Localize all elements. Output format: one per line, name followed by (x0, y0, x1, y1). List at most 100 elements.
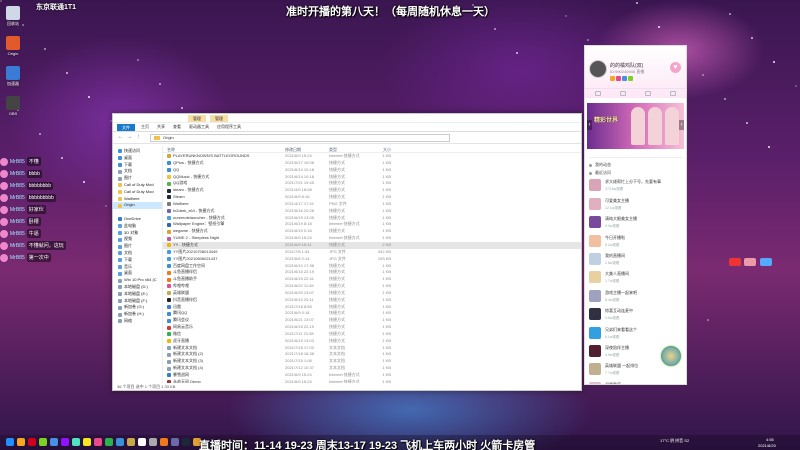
ribbon-tab[interactable]: 驱动器工具 (189, 124, 209, 130)
file-row[interactable]: 微信 2021/7/11 21:38 快捷方式 1 KB (163, 331, 581, 338)
file-row[interactable]: 腾讯QQ 2021/6/9 0:18 快捷方式 1 KB (163, 310, 581, 317)
notification-badge-icon[interactable] (729, 258, 741, 266)
column-type[interactable]: 类型 (329, 146, 369, 152)
recent-visits-link[interactable]: 最近访问 (589, 169, 682, 177)
nav-item[interactable]: Call of Duty Mod (113, 189, 162, 196)
file-row[interactable]: 网易云音乐 2021/6/15 22:19 快捷方式 1 KB (163, 324, 581, 331)
file-row[interactable]: 虎牙直播 2021/6/19 13:03 快捷方式 1 KB (163, 338, 581, 345)
ribbon-tab[interactable]: 应用程序工具 (217, 124, 241, 130)
forward-arrow-icon[interactable]: → (126, 134, 133, 141)
taskbar-app-icon[interactable] (160, 438, 168, 446)
recent-stream-item[interactable]: 温暖歌声2.2w观看 (585, 381, 686, 384)
file-row[interactable]: YY - 快捷方式 2021/6/9 15:11 快捷方式 2 KB (163, 241, 581, 249)
video-tab-icon[interactable] (619, 91, 626, 96)
ribbon-tab[interactable]: 文件 (117, 123, 135, 131)
file-row[interactable]: 斗鱼直播伴侣 2021/6/15 22:19 快捷方式 1 KB (163, 269, 581, 276)
file-row[interactable]: 新建文本文档 2021/7/18 17:02 文本文档 1 KB (163, 345, 581, 352)
file-row[interactable]: 哔哩哔哩 2021/6/22 11:45 快捷方式 1 KB (163, 283, 581, 290)
recent-stream-item[interactable]: 今日开播啦 5.2w观看 (585, 234, 686, 251)
address-field[interactable]: Origin (150, 133, 450, 142)
desktop-shortcut[interactable]: 加速器 (3, 66, 23, 87)
file-row[interactable]: 迅雷 2021/7/18 8:58 快捷方式 1 KB (163, 304, 581, 311)
chat-username[interactable]: MrB85 (10, 207, 25, 213)
promo-banner[interactable]: ‹ 精彩世界 › (587, 103, 684, 149)
taskbar-app-icon[interactable] (6, 438, 14, 446)
taskbar-app-icon[interactable] (61, 438, 69, 446)
manage-tab-app[interactable]: 管理 (210, 115, 228, 122)
column-name[interactable]: 名称 (163, 146, 285, 152)
file-row[interactable]: steam - 快捷方式 2021/4/9 18:08 快捷方式 1 KB (163, 187, 581, 194)
file-row[interactable]: wegame - 快捷方式 2021/6/19 0:18 快捷方式 1 KB (163, 228, 581, 235)
recent-stream-item[interactable]: 我的直播间 2.8w观看 (585, 252, 686, 269)
nav-item[interactable]: Origin (113, 202, 162, 210)
banner-prev-icon[interactable]: ‹ (587, 120, 592, 130)
desktop-shortcut[interactable]: 回收站 (3, 6, 23, 27)
nav-item[interactable]: 视频 (113, 236, 162, 243)
ribbon-tab[interactable]: 主页 (141, 124, 149, 130)
recent-stream-item[interactable]: 大美人直播间 1.7w观看 (585, 271, 686, 287)
file-row[interactable]: 抖音直播伴侣 2021/6/10 20:11 快捷方式 1 KB (163, 297, 581, 304)
chat-username[interactable]: MrB85 (10, 231, 25, 237)
file-row[interactable]: tx2dark_x64 - 快捷方式 2021/6/16 20:28 快捷方式 1 K… (163, 208, 581, 215)
nav-item[interactable]: 本地磁盘 (F:) (113, 298, 162, 305)
taskbar-app-icon[interactable] (28, 438, 36, 446)
nav-item[interactable] (113, 209, 162, 216)
file-row[interactable]: 英雄联盟 2021/6/20 13:07 快捷方式 1 KB (163, 290, 581, 297)
manage-tab-drive[interactable]: 管理 (188, 115, 206, 122)
file-explorer-window[interactable]: 管理 管理 文件 主页 共享 查看 驱动器工具 应用程序工具 ← → ↑ Origin 快… (112, 113, 582, 391)
column-date[interactable]: 修改日期 (285, 146, 329, 152)
recent-stream-item[interactable]: 可爱美女主播 12.1w观看 (585, 197, 686, 214)
chat-username[interactable]: MrB85 (10, 255, 25, 261)
nav-item[interactable]: 文档 (113, 168, 162, 175)
nav-item[interactable]: 桌面 (113, 155, 162, 162)
share-badge-icon[interactable] (760, 258, 772, 266)
column-size[interactable]: 大小 (369, 146, 393, 152)
taskbar-app-icon[interactable] (116, 438, 124, 446)
file-row[interactable]: QPlus - 快捷方式 2021/6/17 19:08 快捷方式 1 KB (163, 160, 581, 167)
nav-item[interactable]: Call of Duty Mod (113, 182, 162, 189)
system-tray[interactable]: 17°C 阴 拼音 S2 (660, 438, 689, 444)
file-row[interactable]: 新建文本文档 (2) 2021/7/18 16:38 文本文档 1 KB (163, 351, 581, 358)
recent-stream-item[interactable]: 惊喜互动连麦中 3.6w观看 (585, 308, 686, 324)
taskbar-app-icon[interactable] (105, 438, 113, 446)
file-row[interactable]: YY图片20210606021437 2021/6/6 2:14 JPG 文件 193… (163, 256, 581, 263)
nav-item[interactable]: Wallhere (113, 196, 162, 203)
recent-stream-item[interactable]: 清纯大眼美女主播 9.3w观看 (585, 216, 686, 232)
nav-item[interactable]: 图片 (113, 243, 162, 250)
my-dynamics-link[interactable]: 我的动态 (589, 161, 682, 169)
file-row[interactable]: PLAYERUNKNOWN'S BATTLEGROUNDS 2021/6/9 15… (163, 153, 581, 160)
file-row[interactable]: 斗鱼直播助手 2021/6/15 22:41 快捷方式 1 KB (163, 276, 581, 283)
nav-item[interactable]: 此电脑 (113, 223, 162, 230)
taskbar-app-icon[interactable] (39, 438, 47, 446)
taskbar-app-icon[interactable] (17, 438, 25, 446)
ribbon-tab[interactable]: 查看 (173, 124, 181, 130)
avatar[interactable] (589, 60, 607, 78)
up-arrow-icon[interactable]: ↑ (135, 134, 142, 141)
nav-item[interactable]: 本地磁盘 (E:) (113, 291, 162, 298)
clock-time[interactable]: 4:55 (766, 437, 774, 442)
back-arrow-icon[interactable]: ← (117, 134, 124, 141)
nav-item[interactable]: 桌面 (113, 270, 162, 277)
file-row[interactable]: QQ 2021/6/14 10:18 快捷方式 1 KB (163, 167, 581, 174)
nav-item[interactable]: OneDrive (113, 216, 162, 223)
nav-item[interactable]: 图片 (113, 175, 162, 182)
taskbar-app-icon[interactable] (127, 438, 135, 446)
banner-next-icon[interactable]: › (679, 120, 684, 130)
recent-stream-item[interactable]: 兄弟们来看看这个 6.1w观看 (585, 326, 686, 343)
taskbar-app-icon[interactable] (182, 438, 190, 446)
nav-item[interactable]: 3D 对象 (113, 230, 162, 237)
file-row[interactable]: YY图片20210708013449 2021/7/8 1:34 JPG 文件 342… (163, 249, 581, 256)
ribbon-tab[interactable]: 共享 (157, 124, 165, 130)
taskbar-app-icon[interactable] (50, 438, 58, 446)
clock-date[interactable]: 2021/8/20 (758, 443, 776, 448)
nav-item[interactable]: 新加卷 (G:) (113, 304, 162, 311)
file-row[interactable]: QQMusic - 快捷方式 2021/6/14 10:18 快捷方式 1 KB (163, 174, 581, 181)
chat-username[interactable]: MrB85 (10, 159, 25, 165)
file-row[interactable]: 新建文本文档 (3) 2021/7/15 1:08 文本文档 1 KB (163, 358, 581, 365)
nav-item[interactable]: 网络 (113, 318, 162, 325)
taskbar-app-icon[interactable] (171, 438, 179, 446)
chat-username[interactable]: MrB85 (10, 183, 25, 189)
chat-username[interactable]: MrB85 (10, 243, 25, 249)
file-row[interactable]: Steam 2021/6/9 8:16 快捷方式 1 KB (163, 194, 581, 201)
file-row[interactable]: uuremotelauncher - 快捷方式 2021/6/19 13:05 快捷… (163, 215, 581, 222)
